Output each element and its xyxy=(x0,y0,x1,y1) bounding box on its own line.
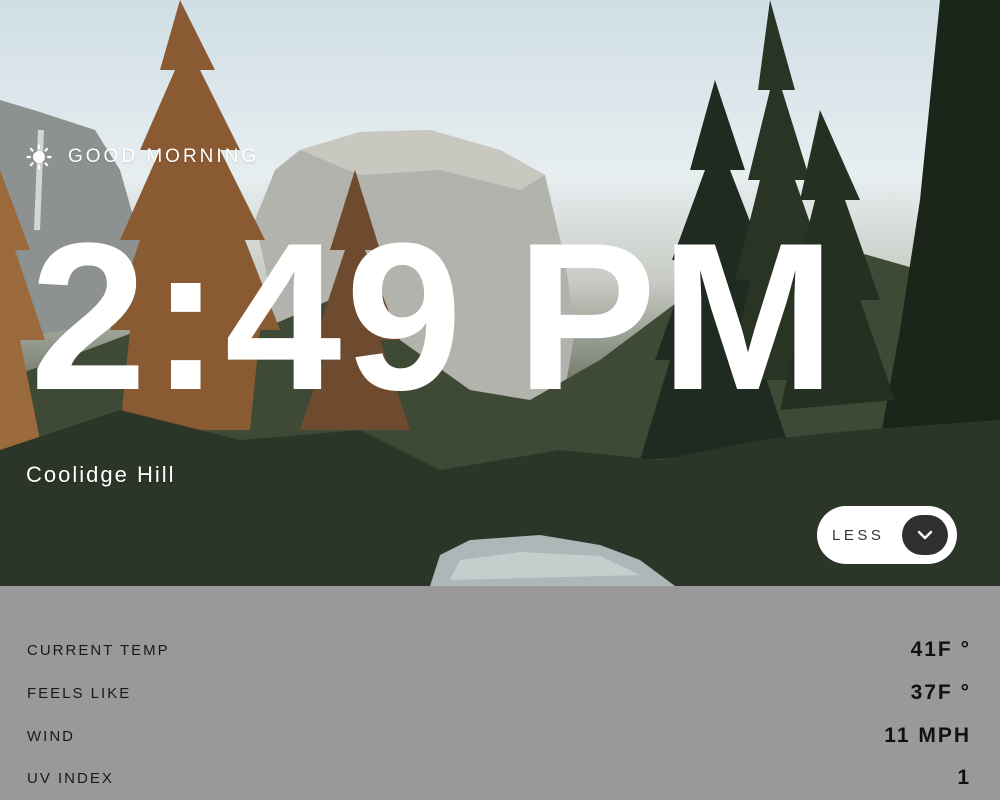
greeting: GOOD MORNING xyxy=(26,144,259,170)
detail-row-feels-like: FEELS LIKE 37F ° xyxy=(27,681,971,705)
clock: 2:49 PM xyxy=(30,212,839,422)
detail-row-uv-index: UV INDEX 1 xyxy=(27,766,971,790)
detail-label: CURRENT TEMP xyxy=(27,641,170,659)
clock-ampm: PM xyxy=(516,199,840,434)
detail-value: 11 MPH xyxy=(884,724,971,747)
background-photo: GOOD MORNING 2:49 PM Coolidge Hill LESS xyxy=(0,0,1000,586)
location-name: Coolidge Hill xyxy=(26,462,176,487)
sun-icon xyxy=(26,144,52,170)
detail-value: 37F ° xyxy=(910,681,971,704)
detail-value: 41F ° xyxy=(910,638,971,661)
detail-label: UV INDEX xyxy=(27,769,114,787)
chevron-down-icon[interactable] xyxy=(902,515,948,555)
detail-value: 1 xyxy=(957,766,971,789)
less-toggle-button[interactable]: LESS xyxy=(817,506,957,564)
detail-label: WIND xyxy=(27,727,75,745)
detail-row-wind: WIND 11 MPH xyxy=(27,724,971,748)
clock-time: 2:49 xyxy=(30,199,467,434)
greeting-text: GOOD MORNING xyxy=(68,146,260,167)
toggle-label: LESS xyxy=(832,526,885,544)
weather-details-panel: CURRENT TEMP 41F ° FEELS LIKE 37F ° WIND… xyxy=(0,586,1000,800)
detail-label: FEELS LIKE xyxy=(27,684,132,702)
detail-row-current-temp: CURRENT TEMP 41F ° xyxy=(27,638,971,662)
